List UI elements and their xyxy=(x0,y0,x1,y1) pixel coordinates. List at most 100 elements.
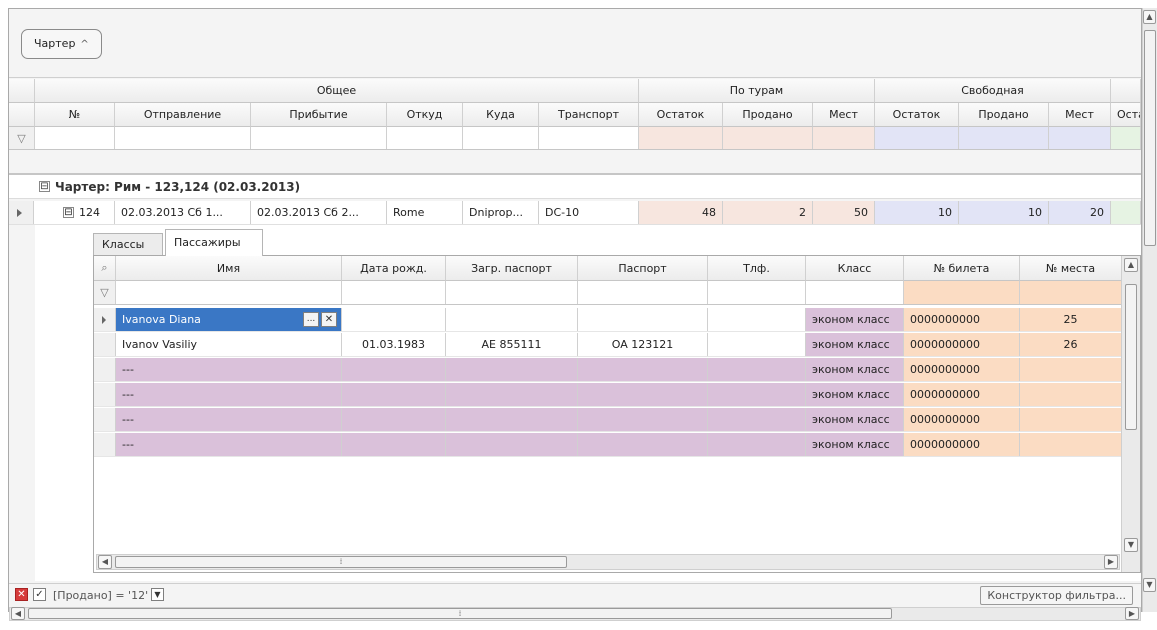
main-vertical-scrollbar[interactable]: ▲ ▼ xyxy=(1142,8,1157,612)
scroll-up-icon[interactable]: ▲ xyxy=(1124,258,1138,272)
passengers-vertical-scrollbar[interactable]: ▲ ▼ xyxy=(1121,256,1140,572)
cell-name[interactable]: --- xyxy=(116,433,342,456)
cell-extra[interactable] xyxy=(1111,201,1141,224)
cell-passport[interactable] xyxy=(578,408,708,431)
cell-phone[interactable] xyxy=(708,433,806,456)
cell-foreign-passport[interactable] xyxy=(446,358,578,381)
cell-class[interactable]: эконом класс xyxy=(806,358,904,381)
filter-cell-passport[interactable] xyxy=(578,281,708,304)
column-header-foreign-passport[interactable]: Загр. паспорт xyxy=(446,256,578,281)
cell-arrival[interactable]: 02.03.2013 Сб 2... xyxy=(251,201,387,224)
cell-free-rest[interactable]: 10 xyxy=(875,201,959,224)
tab-classes[interactable]: Классы xyxy=(93,233,163,255)
cell-dob[interactable] xyxy=(342,358,446,381)
tab-passengers[interactable]: Пассажиры xyxy=(165,229,263,256)
cell-foreign-passport[interactable] xyxy=(446,433,578,456)
cell-ticket[interactable]: 0000000000 xyxy=(904,408,1020,431)
scroll-down-icon[interactable]: ▼ xyxy=(1124,538,1138,552)
filter-cell-foreign-passport[interactable] xyxy=(446,281,578,304)
passengers-filter-funnel-icon[interactable]: ▽ xyxy=(94,281,116,304)
filter-builder-button[interactable]: Конструктор фильтра... xyxy=(980,586,1133,605)
column-header-free-seats[interactable]: Мест xyxy=(1049,103,1111,127)
clear-value-button[interactable]: ✕ xyxy=(321,312,337,327)
column-header-num[interactable]: № xyxy=(35,103,115,127)
passengers-horizontal-scrollbar[interactable]: ◀ ⁞ ▶ xyxy=(96,554,1120,570)
cell-seat[interactable] xyxy=(1020,408,1122,431)
horizontal-scroll-thumb[interactable]: ⁞ xyxy=(115,556,567,568)
cell-seat[interactable]: 26 xyxy=(1020,333,1122,356)
column-header-from[interactable]: Откуд xyxy=(387,103,463,127)
vertical-scroll-thumb[interactable] xyxy=(1125,284,1137,430)
cell-departure[interactable]: 02.03.2013 Сб 1... xyxy=(115,201,251,224)
cell-name[interactable]: Ivanova Diana... ✕ xyxy=(116,308,342,331)
filter-cell-free-sold[interactable] xyxy=(959,127,1049,149)
cell-transport[interactable]: DC-10 xyxy=(539,201,639,224)
group-collapse-icon[interactable]: ⊟ xyxy=(39,181,50,192)
column-chooser-icon[interactable]: ⌕ xyxy=(94,256,116,281)
column-header-ticket[interactable]: № билета xyxy=(904,256,1020,281)
cell-phone[interactable] xyxy=(708,408,806,431)
scroll-left-icon[interactable]: ◀ xyxy=(98,555,112,569)
passenger-row[interactable]: Ivanova Diana... ✕ эконом класс 0000000000 2… xyxy=(94,308,1122,332)
filter-cell-tour-seats[interactable] xyxy=(813,127,875,149)
cell-class[interactable]: эконом класс xyxy=(806,308,904,331)
cell-tour-rest[interactable]: 48 xyxy=(639,201,723,224)
band-by-tours[interactable]: По турам xyxy=(639,79,875,103)
filter-cell-transport[interactable] xyxy=(539,127,639,149)
passenger-row[interactable]: Ivanov Vasiliy 01.03.1983 AE 855111 OA 1231… xyxy=(94,333,1122,357)
column-header-arrival[interactable]: Прибытие xyxy=(251,103,387,127)
column-header-to[interactable]: Куда xyxy=(463,103,539,127)
main-scroll-right-icon[interactable]: ▶ xyxy=(1125,607,1139,620)
filter-cell-departure[interactable] xyxy=(115,127,251,149)
cell-passport[interactable]: OA 123121 xyxy=(578,333,708,356)
cell-foreign-passport[interactable] xyxy=(446,408,578,431)
passenger-row[interactable]: --- эконом класс 0000000000 xyxy=(94,408,1122,432)
cell-dob[interactable] xyxy=(342,308,446,331)
filter-cell-ticket[interactable] xyxy=(904,281,1020,304)
filter-cell-free-seats[interactable] xyxy=(1049,127,1111,149)
cell-seat[interactable]: 25 xyxy=(1020,308,1122,331)
cell-phone[interactable] xyxy=(708,383,806,406)
cell-class[interactable]: эконом класс xyxy=(806,433,904,456)
main-scroll-down-icon[interactable]: ▼ xyxy=(1143,578,1156,592)
filter-cell-name[interactable] xyxy=(116,281,342,304)
column-header-class[interactable]: Класс xyxy=(806,256,904,281)
cell-ticket[interactable]: 0000000000 xyxy=(904,333,1020,356)
cell-dob[interactable]: 01.03.1983 xyxy=(342,333,446,356)
cell-phone[interactable] xyxy=(708,358,806,381)
cell-name[interactable]: --- xyxy=(116,383,342,406)
column-header-extra[interactable]: Оста xyxy=(1111,103,1141,127)
cell-class[interactable]: эконом класс xyxy=(806,408,904,431)
cell-passport[interactable] xyxy=(578,308,708,331)
column-header-transport[interactable]: Транспорт xyxy=(539,103,639,127)
filter-cell-from[interactable] xyxy=(387,127,463,149)
clear-filter-icon[interactable]: ✕ xyxy=(15,588,28,601)
cell-class[interactable]: эконом класс xyxy=(806,333,904,356)
filter-cell-tour-sold[interactable] xyxy=(723,127,813,149)
filter-dropdown-icon[interactable]: ▼ xyxy=(151,588,164,601)
cell-foreign-passport[interactable]: AE 855111 xyxy=(446,333,578,356)
cell-num[interactable]: ⊟ 124 xyxy=(35,201,115,224)
cell-seat[interactable] xyxy=(1020,358,1122,381)
filter-cell-seat[interactable] xyxy=(1020,281,1122,304)
cell-foreign-passport[interactable] xyxy=(446,308,578,331)
table-row[interactable]: ⊟ 124 02.03.2013 Сб 1... 02.03.2013 Сб 2… xyxy=(9,201,1141,225)
column-header-name[interactable]: Имя xyxy=(116,256,342,281)
cell-ticket[interactable]: 0000000000 xyxy=(904,358,1020,381)
passenger-row[interactable]: --- эконом класс 0000000000 xyxy=(94,433,1122,457)
filter-cell-extra[interactable] xyxy=(1111,127,1141,149)
cell-ticket[interactable]: 0000000000 xyxy=(904,308,1020,331)
cell-tour-seats[interactable]: 50 xyxy=(813,201,875,224)
main-scroll-up-icon[interactable]: ▲ xyxy=(1143,10,1156,24)
cell-passport[interactable] xyxy=(578,433,708,456)
column-header-seat[interactable]: № места xyxy=(1020,256,1122,281)
cell-ticket[interactable]: 0000000000 xyxy=(904,383,1020,406)
scroll-right-icon[interactable]: ▶ xyxy=(1104,555,1118,569)
filter-cell-dob[interactable] xyxy=(342,281,446,304)
band-general[interactable]: Общее xyxy=(35,79,639,103)
detail-collapse-icon[interactable]: ⊟ xyxy=(63,207,74,218)
column-header-passport[interactable]: Паспорт xyxy=(578,256,708,281)
main-vertical-scroll-thumb[interactable] xyxy=(1144,30,1156,246)
cell-dob[interactable] xyxy=(342,383,446,406)
band-free[interactable]: Свободная xyxy=(875,79,1111,103)
